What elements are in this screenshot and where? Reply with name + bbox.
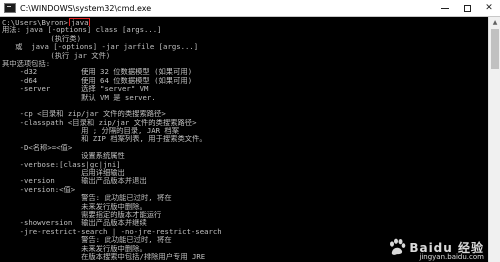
console-line: 和 ZIP 档案列表, 用于搜索类文件。 <box>2 135 207 144</box>
console-line: 未来发行版中删除。 <box>2 202 147 211</box>
cmd-window: C:\WINDOWS\system32\cmd.exe ✕ C:\Users\B… <box>0 0 500 262</box>
console-line: 设置系统属性 <box>2 152 125 161</box>
console-line: -d64 使用 64 位数据模型 (如果可用) <box>2 76 193 85</box>
console-line: -classpath <目录和 zip/jar 文件的类搜索路径> <box>2 118 197 127</box>
console-line: (执行类) <box>2 34 82 43</box>
watermark-url: jingyan.baidu.com <box>419 253 484 261</box>
console-line: 其中选项包括: <box>2 59 51 68</box>
console-line: -d32 使用 32 位数据模型 (如果可用) <box>2 68 193 77</box>
console-output[interactable]: C:\Users\Byron> java 用法: java [-options] … <box>0 17 488 262</box>
console-line: -cp <目录和 zip/jar 文件的类搜索路径> <box>2 110 166 119</box>
console-line: -D<名称>=<值> <box>2 143 73 152</box>
close-icon: ✕ <box>485 3 493 13</box>
minimize-button[interactable] <box>434 0 456 16</box>
close-button[interactable]: ✕ <box>478 0 500 16</box>
console-line: 用法: java [-options] class [args...] <box>2 26 162 35</box>
title-bar[interactable]: C:\WINDOWS\system32\cmd.exe ✕ <box>0 0 500 17</box>
console-line: -version:<值> <box>2 185 76 194</box>
console-line: -jre-restrict-search | -no-jre-restrict-… <box>2 227 222 236</box>
console-line: 或 java [-options] -jar jarfile [args...] <box>2 43 199 52</box>
console-line: 需要指定的版本才能运行 <box>2 210 162 219</box>
output-lines: 用法: java [-options] class [args...] (执行类… <box>2 26 488 261</box>
minimize-icon <box>441 7 449 9</box>
command-highlight: java <box>68 18 91 27</box>
window-title: C:\WINDOWS\system32\cmd.exe <box>20 3 152 13</box>
console-line: -showversion 输出产品版本并继续 <box>2 219 147 228</box>
baidu-watermark: Baidu 经验 jingyan.baidu.com <box>388 238 484 261</box>
scroll-thumb[interactable] <box>491 29 499 69</box>
console-line: 默认 VM 是 server. <box>2 93 156 102</box>
baidu-paw-icon <box>388 238 406 256</box>
console-line: -server 选择 "server" VM <box>2 85 149 94</box>
console-line: 警告: 此功能已过时, 将在 <box>2 194 172 203</box>
scroll-up-icon[interactable]: ▲ <box>489 17 500 27</box>
maximize-button[interactable] <box>456 0 478 16</box>
prompt-path: C:\Users\Byron> <box>2 18 68 27</box>
console-line: 用 ; 分隔的目录, JAR 档案 <box>2 127 179 136</box>
console-line: (执行 jar 文件) <box>2 51 111 60</box>
cmd-app-icon <box>4 3 16 13</box>
console-line: -verbose:[class|gc|jni] <box>2 160 121 169</box>
vertical-scrollbar[interactable]: ▲ <box>488 17 500 262</box>
console-line: 启用详细输出 <box>2 169 125 178</box>
maximize-icon <box>463 4 471 12</box>
prompt-line: C:\Users\Byron> java <box>2 18 488 27</box>
console-line: -version 输出产品版本并退出 <box>2 177 147 186</box>
